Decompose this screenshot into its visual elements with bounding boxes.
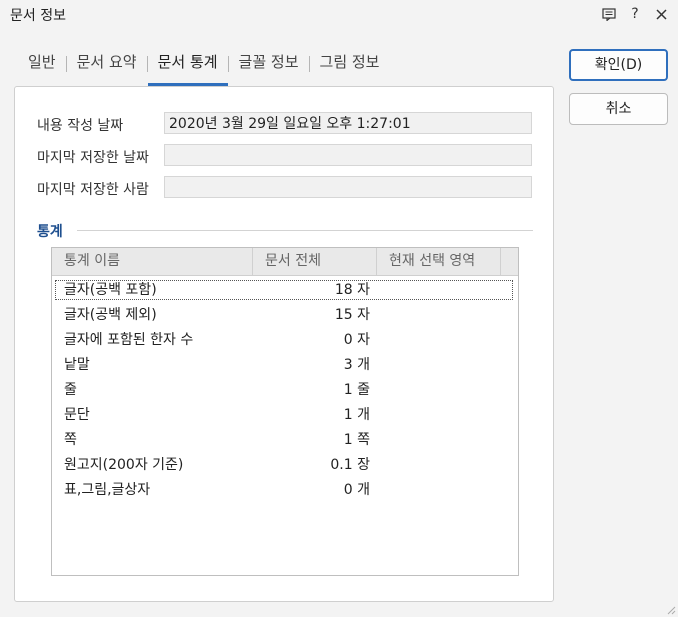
section-divider bbox=[77, 230, 533, 231]
cancel-button[interactable]: 취소 bbox=[569, 93, 668, 125]
table-row[interactable]: 쪽 1 쪽 bbox=[52, 428, 518, 453]
row-name: 표,그림,글상자 bbox=[64, 482, 151, 498]
tab-statistics[interactable]: 문서 통계 bbox=[147, 50, 228, 86]
table-row[interactable]: 낱말 3 개 bbox=[52, 353, 518, 378]
last-saved-by-label: 마지막 저장한 사람 bbox=[37, 182, 149, 198]
created-date-field: 2020년 3월 29일 일요일 오후 1:27:01 bbox=[164, 112, 532, 134]
last-saved-date-label: 마지막 저장한 날짜 bbox=[37, 150, 149, 166]
column-header-total[interactable]: 문서 전체 bbox=[253, 248, 377, 275]
row-name: 낱말 bbox=[64, 357, 90, 373]
tab-font-info[interactable]: 글꼴 정보 bbox=[229, 50, 309, 86]
ok-button[interactable]: 확인(D) bbox=[569, 49, 668, 81]
row-name: 글자(공백 제외) bbox=[64, 307, 157, 323]
table-row[interactable]: 원고지(200자 기준) 0.1 장 bbox=[52, 453, 518, 478]
row-name: 줄 bbox=[64, 382, 77, 398]
row-total: 1 쪽 bbox=[343, 432, 370, 448]
stats-section-title: 통계 bbox=[37, 224, 63, 240]
table-row[interactable]: 글자에 포함된 한자 수 0 자 bbox=[52, 328, 518, 353]
column-header-selection[interactable]: 현재 선택 영역 bbox=[377, 248, 518, 275]
table-row[interactable]: 줄 1 줄 bbox=[52, 378, 518, 403]
tab-image-info[interactable]: 그림 정보 bbox=[310, 50, 390, 86]
resize-grip-icon[interactable] bbox=[666, 605, 676, 615]
last-saved-date-field bbox=[164, 144, 532, 166]
row-name: 글자에 포함된 한자 수 bbox=[64, 332, 194, 348]
row-total: 1 줄 bbox=[343, 382, 370, 398]
table-header: 통계 이름 문서 전체 현재 선택 영역 bbox=[52, 248, 518, 276]
tab-summary[interactable]: 문서 요약 bbox=[67, 50, 147, 86]
row-total: 0 개 bbox=[343, 482, 370, 498]
row-total: 18 자 bbox=[334, 282, 370, 298]
tab-general[interactable]: 일반 bbox=[18, 50, 66, 86]
row-total: 3 개 bbox=[343, 357, 370, 373]
help-icon[interactable]: ? bbox=[628, 5, 642, 23]
last-saved-by-field bbox=[164, 176, 532, 198]
row-total: 1 개 bbox=[343, 407, 370, 423]
title-bar: 문서 정보 ? bbox=[0, 0, 678, 30]
row-total: 0 자 bbox=[343, 332, 370, 348]
comment-icon[interactable] bbox=[602, 5, 616, 23]
row-name: 쪽 bbox=[64, 432, 77, 448]
close-icon[interactable] bbox=[654, 5, 668, 23]
column-header-name[interactable]: 통계 이름 bbox=[52, 248, 253, 275]
row-total: 0.1 장 bbox=[330, 457, 370, 473]
window-title: 문서 정보 bbox=[10, 8, 66, 24]
row-name: 문단 bbox=[64, 407, 90, 423]
created-date-label: 내용 작성 날짜 bbox=[37, 118, 124, 134]
statistics-panel: 내용 작성 날짜 2020년 3월 29일 일요일 오후 1:27:01 마지막… bbox=[14, 86, 554, 602]
table-row[interactable]: 문단 1 개 bbox=[52, 403, 518, 428]
table-row[interactable]: 글자(공백 제외) 15 자 bbox=[52, 303, 518, 328]
row-name: 글자(공백 포함) bbox=[64, 282, 157, 298]
row-name: 원고지(200자 기준) bbox=[64, 457, 184, 473]
table-row[interactable]: 글자(공백 포함) 18 자 bbox=[52, 278, 518, 303]
stats-table[interactable]: 통계 이름 문서 전체 현재 선택 영역 글자(공백 포함) 18 자 글자(공… bbox=[51, 247, 519, 576]
table-row[interactable]: 표,그림,글상자 0 개 bbox=[52, 478, 518, 503]
row-total: 15 자 bbox=[334, 307, 370, 323]
tab-bar: 일반 문서 요약 문서 통계 글꼴 정보 그림 정보 bbox=[18, 50, 389, 86]
